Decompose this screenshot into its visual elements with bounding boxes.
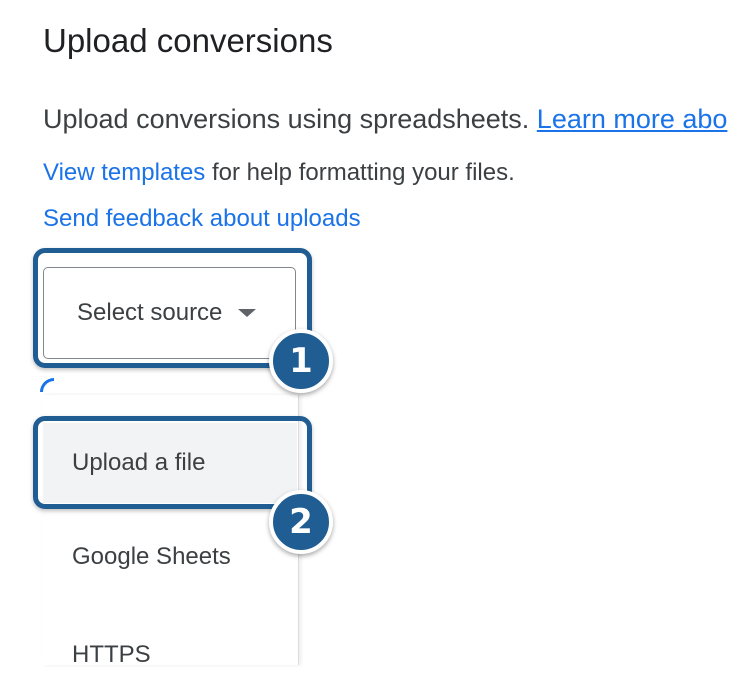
menu-item-https[interactable]: HTTPS xyxy=(43,625,297,685)
templates-line: View templates for help formatting your … xyxy=(43,159,515,187)
menu-item-google-sheets[interactable]: Google Sheets xyxy=(43,527,297,587)
step-badge-2: 2 xyxy=(269,490,333,554)
highlight-frame-upload-file xyxy=(33,416,312,509)
view-templates-link[interactable]: View templates xyxy=(43,159,205,186)
page-title: Upload conversions xyxy=(43,22,333,59)
templates-help-text: for help formatting your files. xyxy=(205,159,515,186)
send-feedback-link[interactable]: Send feedback about uploads xyxy=(43,205,361,233)
step-badge-1: 1 xyxy=(269,329,333,393)
loading-spinner-icon xyxy=(40,378,54,392)
intro-text: Upload conversions using spreadsheets. L… xyxy=(43,104,727,135)
intro-description: Upload conversions using spreadsheets. xyxy=(43,104,537,134)
learn-more-link[interactable]: Learn more abo xyxy=(537,104,728,134)
